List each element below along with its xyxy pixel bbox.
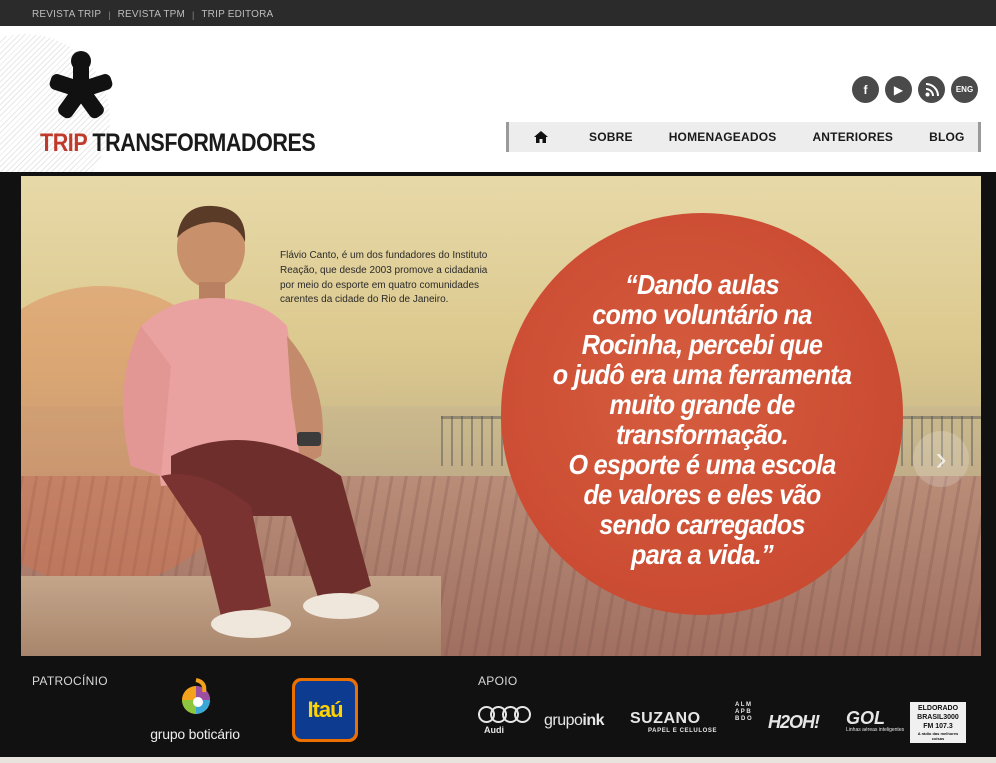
- asterisk-logo-icon: [49, 51, 113, 119]
- nav-item-homenageados[interactable]: HOMENAGEADOS: [651, 122, 795, 152]
- quote-line: muito grande de: [609, 389, 795, 420]
- eldorado-line: FM 107.3: [923, 723, 953, 730]
- grupoink-text-a: grupo: [544, 712, 583, 729]
- audi-logo[interactable]: Audi: [478, 706, 534, 735]
- boticario-mark-icon: [182, 678, 210, 714]
- quote-line: O esporte é uma escola: [568, 449, 836, 480]
- grupo-boticario-logo[interactable]: grupo boticário: [135, 678, 255, 746]
- facebook-icon[interactable]: f: [852, 76, 879, 103]
- eldorado-logo[interactable]: ELDORADO BRASIL3000 FM 107.3 A rádio das…: [910, 702, 966, 743]
- quote-line: “Dando aulas: [625, 269, 780, 300]
- itau-logo[interactable]: Itaú: [292, 678, 358, 742]
- quote-line: de valores e eles vão: [583, 479, 821, 510]
- logo-text: TRIP TRANSFORMADORES: [40, 129, 316, 158]
- quote-line: para a vida.”: [631, 539, 774, 570]
- content-stage: Flávio Canto, é um dos fundadores do Ins…: [0, 172, 996, 763]
- main-nav: SOBRE HOMENAGEADOS ANTERIORES BLOG: [506, 122, 981, 152]
- suzano-logo[interactable]: SUZANO PAPEL E CELULOSE: [630, 710, 717, 734]
- audi-rings-icon: [478, 706, 534, 723]
- apoio-label: APOIO: [478, 674, 518, 688]
- hero-banner[interactable]: Flávio Canto, é um dos fundadores do Ins…: [21, 176, 981, 656]
- language-eng-button[interactable]: ENG: [951, 76, 978, 103]
- quote-line: Rocinha, percebi que: [581, 329, 823, 360]
- link-revista-trip[interactable]: REVISTA TRIP: [32, 9, 101, 20]
- itau-text: Itaú: [295, 681, 355, 739]
- nav-home[interactable]: [509, 122, 571, 152]
- sponsors-bar: PATROCÍNIO grupo boticário Itaú APOIO Au…: [21, 656, 981, 760]
- social-links: f ▶ ENG: [852, 76, 978, 103]
- honoree-description: Flávio Canto, é um dos fundadores do Ins…: [280, 250, 488, 306]
- youtube-icon[interactable]: ▶: [885, 76, 912, 103]
- home-icon: [534, 131, 548, 143]
- audi-text: Audi: [484, 725, 504, 735]
- top-separator: |: [192, 10, 195, 20]
- supporters-logos: Audi grupoink SUZANO PAPEL E CELULOSE A …: [478, 702, 978, 750]
- top-separator: |: [108, 10, 111, 20]
- gol-logo[interactable]: GOL Linhas aéreas inteligentes: [846, 708, 904, 733]
- h2oh-logo[interactable]: H2OH!: [768, 712, 820, 733]
- next-slide-button[interactable]: ›: [913, 431, 969, 487]
- grupoink-text-b: ink: [582, 712, 605, 729]
- gol-sub: Linhas aéreas inteligentes: [846, 727, 905, 733]
- honoree-quote: “Dando aulas como voluntário na Rocinha,…: [539, 270, 865, 570]
- quote-line: como voluntário na: [592, 299, 812, 330]
- quote-line: o judô era uma ferramenta: [552, 359, 852, 390]
- eldorado-line: A rádio das melhores coisas: [917, 731, 959, 741]
- site-logo[interactable]: TRIP TRANSFORMADORES: [40, 50, 340, 160]
- suzano-sub: PAPEL E CELULOSE: [648, 728, 718, 734]
- boticario-text: grupo boticário: [150, 726, 240, 742]
- rss-icon[interactable]: [918, 76, 945, 103]
- quote-line: sendo carregados: [599, 509, 805, 540]
- patrocinio-label: PATROCÍNIO: [32, 674, 108, 688]
- grupoink-logo[interactable]: grupoink: [544, 712, 605, 730]
- link-revista-tpm[interactable]: REVISTA TPM: [118, 9, 185, 20]
- top-links: REVISTA TRIP | REVISTA TPM | TRIP EDITOR…: [32, 8, 273, 21]
- site-header: TRIP TRANSFORMADORES f ▶ ENG SOBRE HOMEN…: [0, 26, 996, 172]
- top-bar: REVISTA TRIP | REVISTA TPM | TRIP EDITOR…: [0, 0, 996, 26]
- suzano-name: SUZANO: [630, 710, 701, 727]
- nav-item-anteriores[interactable]: ANTERIORES: [794, 122, 911, 152]
- quote-line: transformação.: [616, 419, 789, 450]
- logo-word-transformadores: TRANSFORMADORES: [92, 129, 316, 157]
- eldorado-line: ELDORADO: [917, 705, 959, 712]
- gol-name: GOL: [846, 708, 885, 728]
- eldorado-line: BRASIL3000: [917, 714, 959, 721]
- almap-bbdo-logo[interactable]: A L M A P B B D O: [735, 702, 755, 723]
- nav-item-blog[interactable]: BLOG: [911, 122, 982, 152]
- bottom-strip: [0, 757, 996, 763]
- nav-item-sobre[interactable]: SOBRE: [571, 122, 651, 152]
- logo-word-trip: TRIP: [40, 129, 87, 157]
- link-trip-editora[interactable]: TRIP EDITORA: [201, 9, 273, 20]
